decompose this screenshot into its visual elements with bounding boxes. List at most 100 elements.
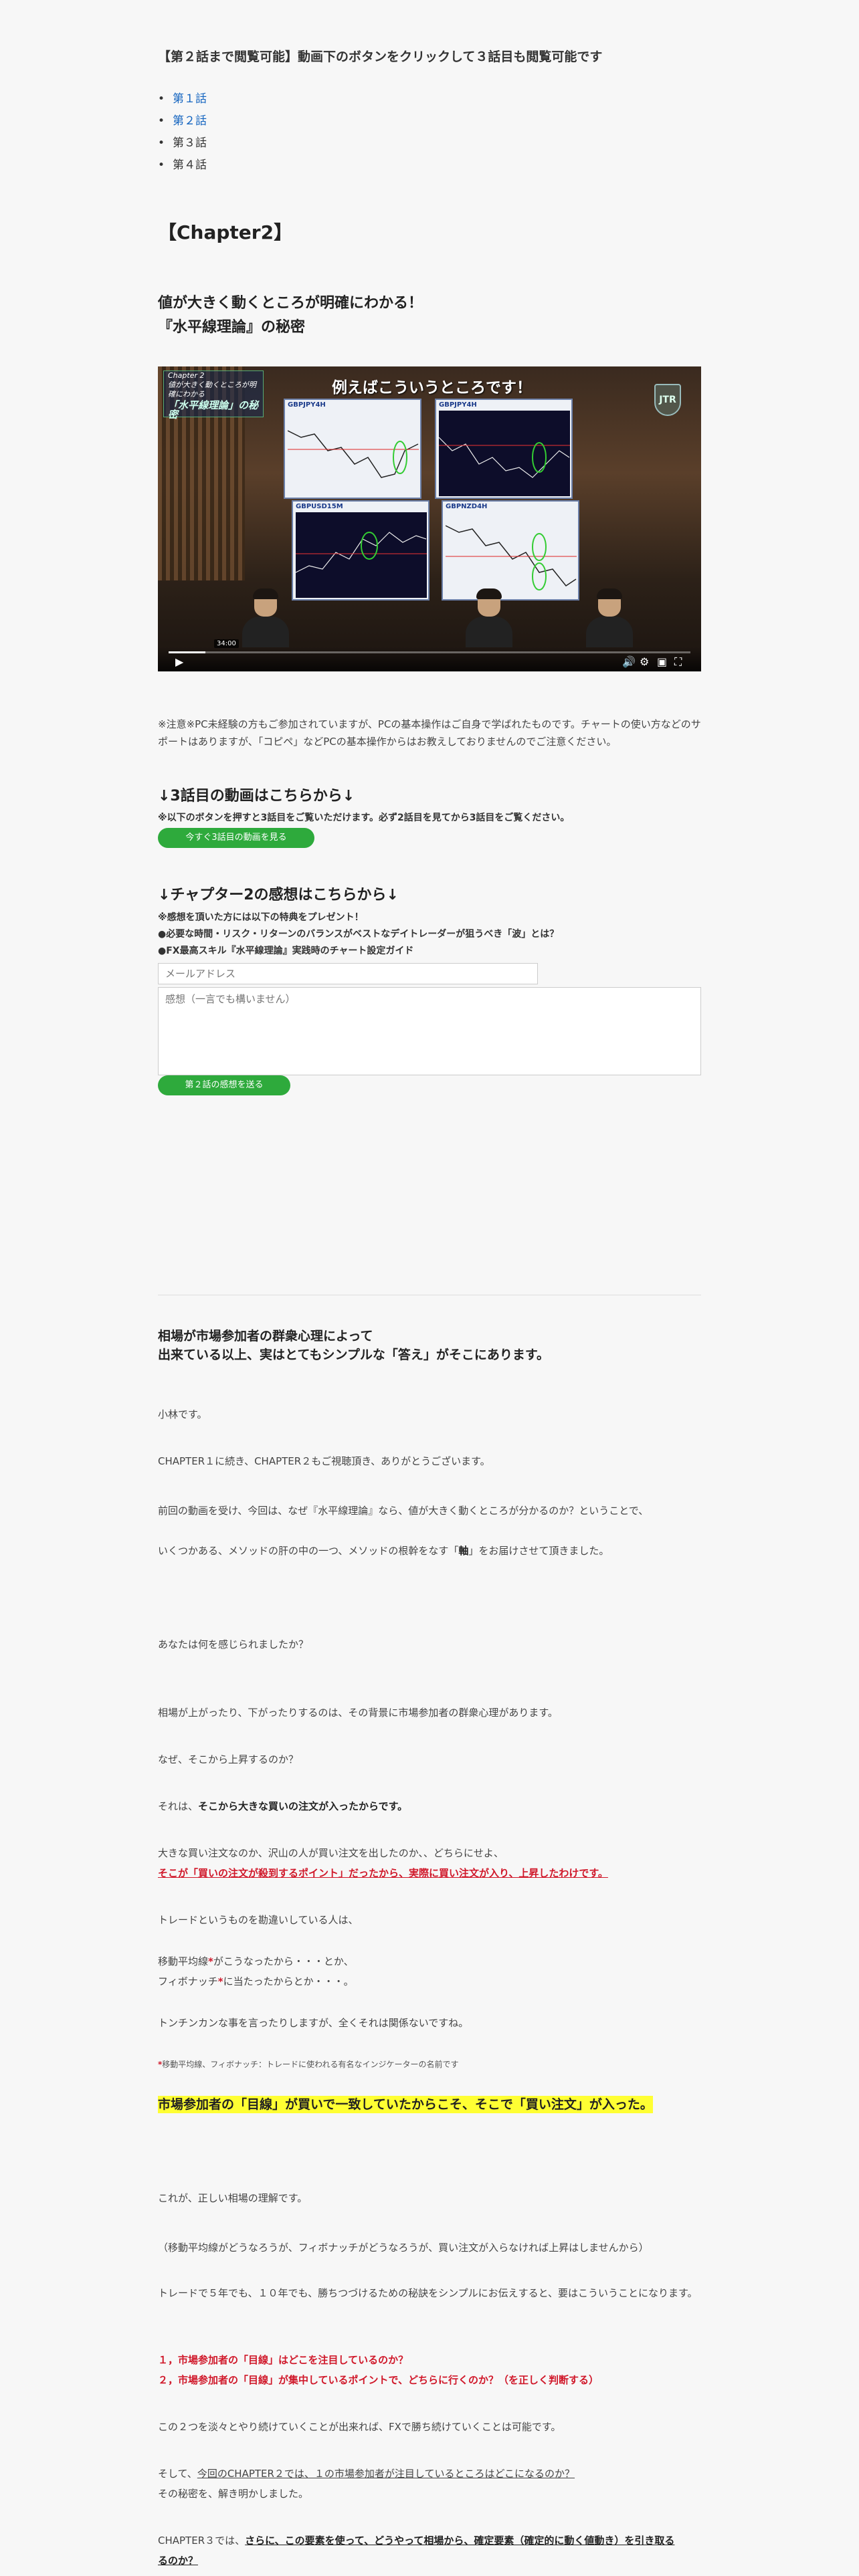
comment-field[interactable]	[158, 987, 701, 1075]
episode-list: 第１話 第２話 第３話 第４話	[158, 88, 716, 177]
pc-notice: ※注意※PC未経験の方もご参加されていますが、PCの基本操作はご自身で学ばれたも…	[158, 718, 701, 748]
article-paragraph: トレードで５年でも、１０年でも、勝ちつづけるための秘訣をシンプルにお伝えすると、…	[158, 2287, 698, 2299]
subtitle-line-2: 『水平線理論』の秘密	[158, 319, 306, 336]
text-segment: そして、	[158, 2468, 197, 2480]
pip-icon[interactable]: ▣	[657, 657, 667, 667]
article-paragraph: CHAPTER３では、さらに、この要素を使って、どうやって相場から、確定要素（確…	[158, 2531, 701, 2551]
chart-panel-4: GBPNZD4H	[442, 500, 579, 601]
article-paragraph: そして、今回のCHAPTER２では、１の市場参加者が注目しているところはどこにな…	[158, 2464, 701, 2484]
episode-item-2[interactable]: 第２話	[158, 110, 716, 132]
episode-item-4: 第４話	[158, 154, 716, 177]
chart-panel-graphic-2	[439, 411, 570, 496]
footnote: *移動平均線、フィボナッチ：トレードに使われる有名なインジケーターの名前です	[158, 2054, 701, 2074]
episode-item-1[interactable]: 第１話	[158, 88, 716, 110]
video-title-box: Chapter 2 値が大きく動くところが明確にわかる 「水平線理論」の秘密	[163, 370, 264, 421]
article-paragraph: これが、正しい相場の理解です。	[158, 2192, 308, 2204]
asterisk-mark: *	[217, 1975, 223, 1988]
feedback-line-2: ●必要な時間・リスク・リターンのバランスがベストなデイトレーダーが狙うべき「波」…	[158, 929, 559, 940]
text-segment-underline: 今回のCHAPTER２では、１の市場参加者が注目しているところはどこになるのか？	[197, 2468, 575, 2480]
chart-panel-1: GBPJPY4H	[284, 399, 421, 499]
asterisk-mark: *	[208, 1955, 213, 1967]
article-paragraph: それは、そこから大きな買いの注文が入ったからです。	[158, 1796, 701, 1816]
article-paragraph: 移動平均線*がこうなったから・・・とか、	[158, 1951, 701, 1971]
chart-panel-2: GBPJPY4H	[435, 399, 573, 499]
settings-icon[interactable]: ⚙	[640, 657, 649, 667]
video-heading: 例えばこういうところです！	[332, 379, 532, 397]
feedback-line-1: ※感想を頂いた方には以下の特典をプレゼント！	[158, 912, 364, 923]
article-paragraph: この２つを淡々とやり続けていくことが出来れば、FXで勝ち続けていくことは可能です…	[158, 2421, 561, 2433]
footnote-text: 移動平均線、フィボナッチ：トレードに使われる有名なインジケーターの名前です	[162, 2060, 459, 2069]
chart-panel-3: GBPUSD15M	[292, 500, 430, 601]
article-paragraph: その秘密を、解き明かしました。	[158, 2488, 309, 2500]
video-title-big: 「水平線理論」の秘密	[168, 399, 259, 421]
article-lead-line-2: 出来ている以上、実はとてもシンプルな「答え」がそこにあります。	[158, 1348, 550, 1362]
text-segment: フィボナッチ	[158, 1975, 218, 1988]
chart-panel-graphic-3	[296, 512, 427, 598]
video-progress-bar[interactable]: 34:00	[169, 639, 690, 653]
article-paragraph-emphasis: そこが「買いの注文が殺到するポイント」だったから、実際に買い注文が入り、上昇した…	[158, 1867, 608, 1879]
video-player[interactable]: Chapter 2 値が大きく動くところが明確にわかる 「水平線理論」の秘密 例…	[158, 366, 701, 671]
fullscreen-icon[interactable]: ⛶	[674, 657, 682, 667]
text-segment: 」をお届けさせて頂きました。	[468, 1545, 609, 1557]
text-segment-bold: そこから大きな買いの注文が入ったからです。	[198, 1800, 408, 1812]
episode-link-2[interactable]: 第２話	[173, 114, 207, 128]
section3-instruction: ※以下のボタンを押すと3話目をご覧いただけます。必ず2話目を見てから3話目をご覧…	[158, 813, 570, 823]
video-controls: 34:00 ▶ 🔊 ⚙ ▣ ⛶	[158, 639, 701, 671]
key-point-1: １，市場参加者の「目線」はどこを注目しているのか？	[158, 2354, 409, 2366]
article-paragraph: 相場が上がったり、下がったりするのは、その背景に市場参加者の群衆心理があります。	[158, 1707, 558, 1719]
article-paragraph: 小林です。	[158, 1408, 207, 1420]
highlight-text: 市場参加者の「目線」が買いで一致していたからこそ、そこで「買い注文」が入った。	[158, 2096, 653, 2113]
article-paragraph: 前回の動画を受け、今回は、なぜ『水平線理論』なら、値が大きく動くところが分かるの…	[158, 1505, 649, 1517]
article-paragraph: 大きな買い注文なのか、沢山の人が買い注文を出したのか、、どちらにせよ、	[158, 1847, 504, 1859]
chart-panel-graphic-4	[446, 525, 577, 591]
video-time-badge: 34:00	[214, 639, 239, 648]
text-segment: 移動平均線	[158, 1955, 209, 1967]
chart-panel-title-3: GBPUSD15M	[296, 503, 343, 510]
article-paragraph: トレードというものを勘違いしている人は、	[158, 1914, 359, 1926]
text-segment-bold: 軸	[458, 1545, 469, 1557]
episode-link-1[interactable]: 第１話	[173, 92, 207, 106]
play-icon[interactable]: ▶	[175, 657, 183, 667]
chart-panel-title-2: GBPJPY4H	[439, 401, 477, 409]
chapter-subtitle: 値が大きく動くところが明確にわかる！ 『水平線理論』の秘密	[158, 292, 701, 340]
section3-heading: ↓3話目の動画はこちらから↓	[158, 788, 355, 804]
text-segment: がこうなったから・・・とか、	[213, 1955, 354, 1967]
presenter-2	[466, 588, 512, 647]
article-paragraph: あなたは何を感じられましたか？	[158, 1638, 309, 1650]
article-lead: 相場が市場参加者の群衆心理によって 出来ている以上、実はとてもシンプルな「答え」…	[158, 1327, 701, 1364]
submit-feedback-button[interactable]: 第２話の感想を送る	[158, 1075, 290, 1095]
video-progress-fill	[169, 651, 205, 653]
video-title-small-1: Chapter 2	[168, 371, 205, 380]
highlight-paragraph: 市場参加者の「目線」が買いで一致していたからこそ、そこで「買い注文」が入った。	[158, 2095, 701, 2115]
article-paragraph: フィボナッチ*に当たったからとか・・・。	[158, 1971, 701, 1992]
key-point-2: ２，市場参加者の「目線」が集中しているポイントで、どちらに行くのか？（を正しく判…	[158, 2374, 599, 2386]
presenters	[158, 587, 701, 647]
presenter-1	[242, 588, 289, 647]
chart-panel-title-4: GBPNZD4H	[446, 503, 488, 510]
article-paragraph: CHAPTER１に続き、CHAPTER２もご視聴頂き、ありがとうございます。	[158, 1455, 490, 1467]
chart-panel-graphic-1	[288, 430, 419, 478]
feedback-line-3: ●FX最高スキル『水平線理論』実践時のチャート設定ガイド	[158, 946, 414, 956]
intro-text: 【第２話まで閲覧可能】動画下のボタンをクリックして３話目も閲覧可能です	[158, 49, 603, 64]
text-segment: に当たったからとか・・・。	[223, 1975, 354, 1988]
chapter-title: 【Chapter2】	[158, 221, 293, 243]
article-paragraph: トンチンカンな事を言ったりしますが、全くそれは関係ないですね。	[158, 2017, 469, 2029]
article-paragraph: いくつかある、メソッドの肝の中の一つ、メソッドの根幹をなす「軸」をお届けさせて頂…	[158, 1541, 701, 1561]
text-segment: それは、	[158, 1800, 199, 1812]
watch-episode3-button[interactable]: 今すぐ3話目の動画を見る	[158, 828, 314, 848]
feedback-heading: ↓チャプター2の感想はこちらから↓	[158, 887, 399, 903]
subtitle-line-1: 値が大きく動くところが明確にわかる！	[158, 295, 423, 312]
video-title-small-2: 値が大きく動くところが明確にわかる	[168, 381, 256, 399]
video-logo: JTR	[654, 384, 681, 416]
episode-item-3: 第３話	[158, 132, 716, 154]
chart-panel-title-1: GBPJPY4H	[288, 401, 326, 409]
volume-icon[interactable]: 🔊	[622, 657, 636, 667]
article-paragraph: なぜ、そこから上昇するのか？	[158, 1753, 299, 1765]
text-segment: CHAPTER３では、	[158, 2535, 246, 2547]
text-segment-bold-underline: さらに、この要素を使って、どうやって相場から、確定要素（確定的に動く値動き）を引…	[245, 2535, 675, 2547]
email-field[interactable]	[158, 963, 538, 984]
article-paragraph: （移動平均線がどうなろうが、フィボナッチがどうなろうが、買い注文が入らなければ上…	[158, 2242, 649, 2254]
text-segment: いくつかある、メソッドの肝の中の一つ、メソッドの根幹をなす「	[158, 1545, 459, 1557]
article-lead-line-1: 相場が市場参加者の群衆心理によって	[158, 1329, 373, 1344]
presenter-3	[586, 588, 633, 647]
